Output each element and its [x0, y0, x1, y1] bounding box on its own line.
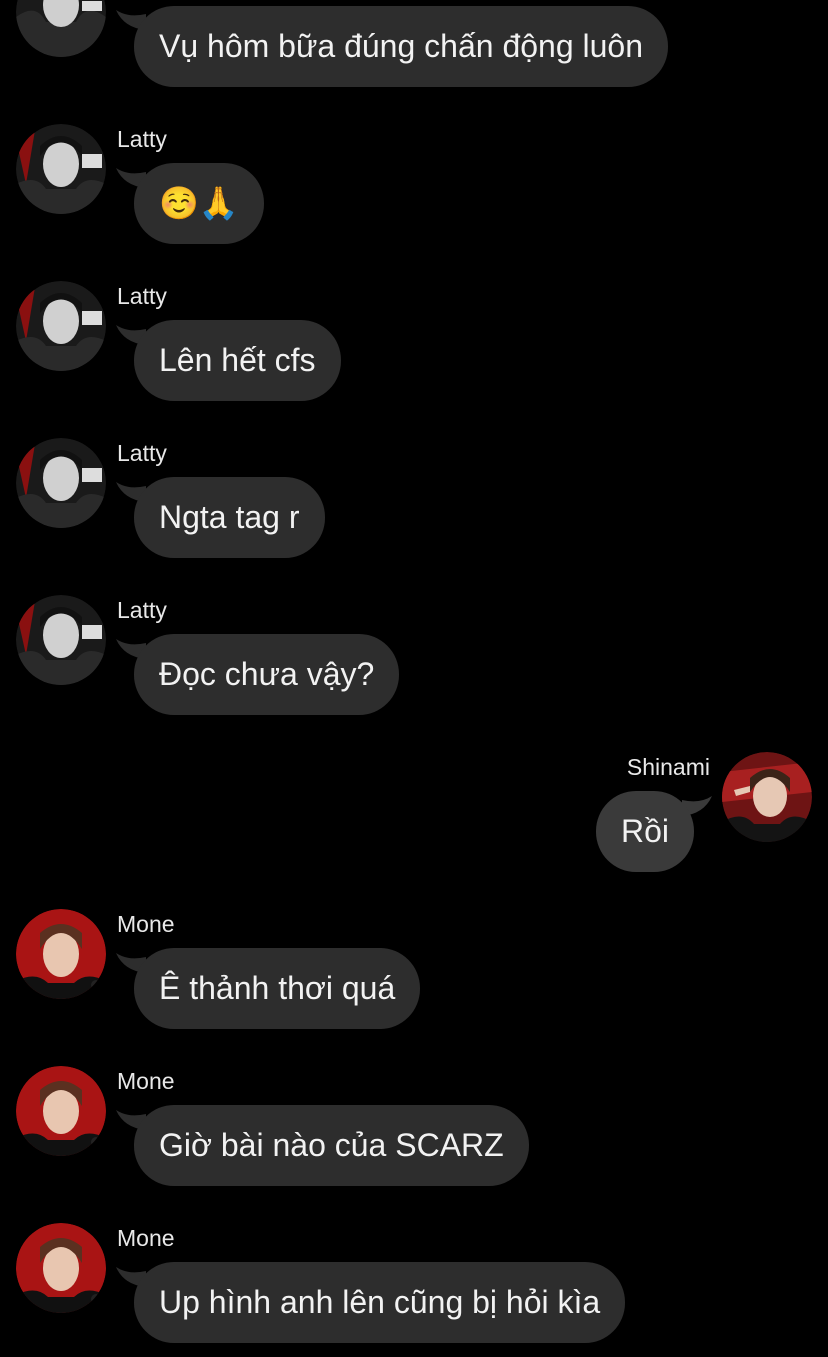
latty-avatar[interactable] [16, 438, 106, 528]
chat-thread[interactable]: Vụ hôm bữa đúng chấn động luôn Latty ☺️🙏… [0, 0, 828, 1357]
message-bubble[interactable]: Ngta tag r [134, 477, 325, 558]
message-text: Giờ bài nào của SCARZ [159, 1127, 504, 1163]
message-text: Ngta tag r [159, 499, 300, 535]
latty-avatar[interactable] [16, 281, 106, 371]
message-bubble[interactable]: Ê thảnh thơi quá [134, 948, 421, 1029]
message-bubble[interactable]: Giờ bài nào của SCARZ [134, 1105, 529, 1186]
sender-name: Latty [117, 440, 167, 466]
sender-name: Mone [117, 911, 175, 937]
message-bubble[interactable]: Đọc chưa vậy? [134, 634, 400, 715]
message-text: Up hình anh lên cũng bị hỏi kìa [159, 1284, 601, 1320]
sender-name: Shinami [626, 754, 710, 780]
message-text: Vụ hôm bữa đúng chấn động luôn [159, 28, 644, 64]
message-bubble[interactable]: Rồi [595, 791, 694, 872]
message-bubble[interactable]: Vụ hôm bữa đúng chấn động luôn [134, 6, 669, 87]
message-text: ☺️🙏 [159, 185, 239, 221]
sender-name: Latty [117, 597, 167, 623]
message-text: Ê thảnh thơi quá [159, 970, 396, 1006]
message-bubble[interactable]: ☺️🙏 [134, 163, 264, 244]
message-bubble[interactable]: Lên hết cfs [134, 320, 341, 401]
message-text: Lên hết cfs [159, 342, 316, 378]
sender-name: Mone [117, 1225, 175, 1251]
latty-avatar[interactable] [16, 0, 106, 57]
mone-avatar[interactable] [16, 1223, 106, 1313]
latty-avatar[interactable] [16, 124, 106, 214]
latty-avatar[interactable] [16, 595, 106, 685]
message-bubble[interactable]: Up hình anh lên cũng bị hỏi kìa [134, 1262, 626, 1343]
sender-name: Latty [117, 126, 167, 152]
sender-name: Latty [117, 283, 167, 309]
sender-name: Mone [117, 1068, 175, 1094]
mone-avatar[interactable] [16, 909, 106, 999]
mone-avatar[interactable] [16, 1066, 106, 1156]
message-text: Đọc chưa vậy? [159, 656, 375, 692]
message-text: Rồi [620, 813, 669, 849]
shinami-avatar[interactable] [722, 752, 812, 842]
